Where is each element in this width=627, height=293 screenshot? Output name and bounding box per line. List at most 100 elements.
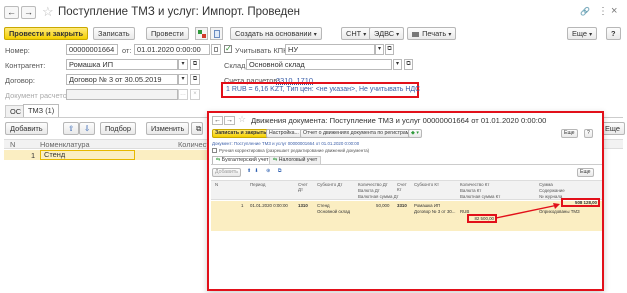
counterparty-input[interactable]: Ромашка ИП xyxy=(66,59,178,70)
popup-movements-dropdown[interactable]: ◆ ▾ xyxy=(408,129,423,138)
hdr-dt: Счет Дт xyxy=(298,182,308,192)
contract-input[interactable]: Договор № 3 от 30.05.2019 xyxy=(66,74,178,85)
kpn-select[interactable]: НУ xyxy=(285,44,375,55)
change-button[interactable]: Изменить xyxy=(146,122,190,135)
close-icon[interactable]: × xyxy=(611,5,617,17)
registers-report-button[interactable]: Отчет о движениях документа по регистрам xyxy=(300,129,413,138)
write-button[interactable]: Записать xyxy=(93,27,135,40)
row-dt: 1310 xyxy=(298,203,308,208)
calendar-icon[interactable] xyxy=(211,44,221,55)
copy-icon[interactable]: ⧉ xyxy=(191,122,203,135)
col-n-header: N xyxy=(10,140,16,149)
annotation-arrow-icon xyxy=(495,203,560,219)
row-subconto-kt-2: Договор № 3 от 30... xyxy=(414,209,456,214)
date-input[interactable]: 01.01.2020 0:00:00 xyxy=(134,44,210,55)
settings-button[interactable]: Настройка... xyxy=(266,129,302,138)
add-row-button[interactable]: Добавить xyxy=(5,122,48,135)
movements-popup: ← → ☆ Движения документа: Поступление ТМ… xyxy=(207,111,604,291)
chevron-down-icon: ▾ xyxy=(589,32,593,38)
row-subconto-dt-1: Стенд xyxy=(317,203,330,208)
popup-star-icon[interactable]: ☆ xyxy=(238,114,246,125)
kpn-checkbox[interactable]: ✓ xyxy=(224,45,232,53)
hdr-subconto-dt: Субконто Дт xyxy=(317,182,343,187)
manual-edit-checkbox[interactable] xyxy=(212,148,217,153)
clear-icon: × xyxy=(190,89,200,100)
col-item-header: Номенклатура xyxy=(40,140,90,149)
tab-tmz-label: ТМЗ (1) xyxy=(28,106,55,115)
window-title: Поступление ТМЗ и услуг: Импорт. Проведе… xyxy=(58,6,300,18)
row-qty-dt: 50,000 xyxy=(376,203,390,208)
rate-info-link[interactable]: 1 RUB = 6,16 KZT, Тип цен: <не указан>, … xyxy=(226,86,420,93)
hdr-qty-kt: Количество Кт xyxy=(460,182,490,187)
write-and-close-button[interactable]: Записать и закрыть xyxy=(212,129,270,138)
number-input[interactable]: 00000001664 xyxy=(66,44,118,55)
more-actions-icon[interactable]: ⋮ xyxy=(598,6,608,17)
help-button[interactable]: ? xyxy=(606,27,621,40)
row-kt: 3310 xyxy=(397,203,407,208)
popup-tab-divider xyxy=(211,164,602,165)
favorite-star-icon[interactable]: ☆ xyxy=(42,4,54,20)
post-and-close-button[interactable]: Провести и закрыть xyxy=(4,27,89,40)
kpn-label: Учитывать КПН xyxy=(235,46,289,55)
back-arrow-icon: ← xyxy=(7,7,16,17)
popup-add-button[interactable]: Добавить xyxy=(212,168,241,177)
hdr-content: Содержание xyxy=(539,188,565,193)
row-n: 1 xyxy=(31,151,36,160)
chevron-down-icon[interactable]: ▾ xyxy=(178,74,188,85)
popup-help-button[interactable]: ? xyxy=(584,129,593,138)
snt-label: СНТ xyxy=(346,29,362,38)
tab-accounting[interactable]: ⇆ Бухгалтерский учет xyxy=(212,156,273,164)
tab-tax[interactable]: ⇆ Налоговый учет xyxy=(269,156,322,164)
move-up-button[interactable]: ⇧ xyxy=(63,122,80,135)
hdr-cur-amount-dt: Валютная сумма Дт xyxy=(358,194,399,199)
open-link-icon[interactable]: ⧉ xyxy=(404,59,413,70)
hdr-currency-dt: Валюта Дт xyxy=(358,188,380,193)
table-more-label: Еще xyxy=(605,124,621,133)
popup-grid-icons[interactable]: ⬆⬇ ⊕ ⧉ xyxy=(247,168,285,175)
report-icon[interactable] xyxy=(210,27,223,40)
hdr-qty-dt: Количество Дт xyxy=(358,182,388,187)
create-based-on-label: Создать на основании xyxy=(235,29,312,38)
hdr-currency-kt: Валюта Кт xyxy=(460,188,482,193)
popup-forward-button[interactable]: → xyxy=(224,116,235,125)
popup-document-link[interactable]: Документ: Поступление ТМЗ и услуг 000000… xyxy=(212,141,359,146)
post-button[interactable]: Провести xyxy=(146,27,189,40)
movements-icon[interactable] xyxy=(195,27,208,40)
row-subconto-dt-2: Основной склад xyxy=(317,209,351,214)
forward-button[interactable]: → xyxy=(21,6,36,19)
link-icon[interactable]: 🔗 xyxy=(580,7,590,16)
popup-more-dropdown[interactable]: Еще xyxy=(561,129,578,138)
back-button[interactable]: ← xyxy=(4,6,19,19)
number-label: Номер: xyxy=(5,46,30,55)
row-period: 01.01.2020 0:00:00 xyxy=(250,203,288,208)
more-dropdown[interactable]: Еще ▾ xyxy=(567,27,598,40)
chevron-down-icon[interactable]: ▾ xyxy=(393,59,402,70)
snt-dropdown[interactable]: СНТ ▾ xyxy=(341,27,372,40)
chevron-down-icon: … xyxy=(178,89,188,100)
open-link-icon[interactable]: ⧉ xyxy=(190,59,200,70)
chevron-down-icon[interactable]: ▾ xyxy=(375,44,384,55)
popup-back-button[interactable]: ← xyxy=(212,116,223,125)
row-cur-amount-kt: 82 500,00 xyxy=(467,214,497,223)
tab-tmz[interactable]: ТМЗ (1) xyxy=(23,104,60,117)
printer-icon xyxy=(412,31,419,37)
row-subconto-kt-1: Ромашка ИП xyxy=(414,203,441,208)
select-button[interactable]: Подбор xyxy=(100,122,137,135)
more-label: Еще xyxy=(572,29,588,38)
open-link-icon[interactable]: ⧉ xyxy=(190,74,200,85)
chevron-down-icon[interactable]: ▾ xyxy=(178,59,188,70)
create-based-on-dropdown[interactable]: Создать на основании ▾ xyxy=(230,27,322,40)
open-link-icon[interactable]: ⧉ xyxy=(385,44,394,55)
warehouse-input[interactable]: Основной склад xyxy=(246,59,392,70)
payment-doc-label: Документ расчетов: xyxy=(5,91,73,100)
chevron-down-icon: ▾ xyxy=(396,32,400,38)
warehouse-label: Склад: xyxy=(224,61,248,70)
move-down-button[interactable]: ⇩ xyxy=(79,122,96,135)
hdr-subconto-kt: Субконто Кт xyxy=(414,182,439,187)
chevron-down-icon: ▾ xyxy=(363,32,367,38)
popup-grid-more[interactable]: Еще xyxy=(577,168,594,177)
hdr-period: Период xyxy=(250,182,266,187)
edvs-dropdown[interactable]: ЭДВС ▾ xyxy=(369,27,405,40)
print-dropdown[interactable]: Печать ▾ xyxy=(407,27,457,40)
arrow-up-icon: ⇧ xyxy=(68,124,75,133)
